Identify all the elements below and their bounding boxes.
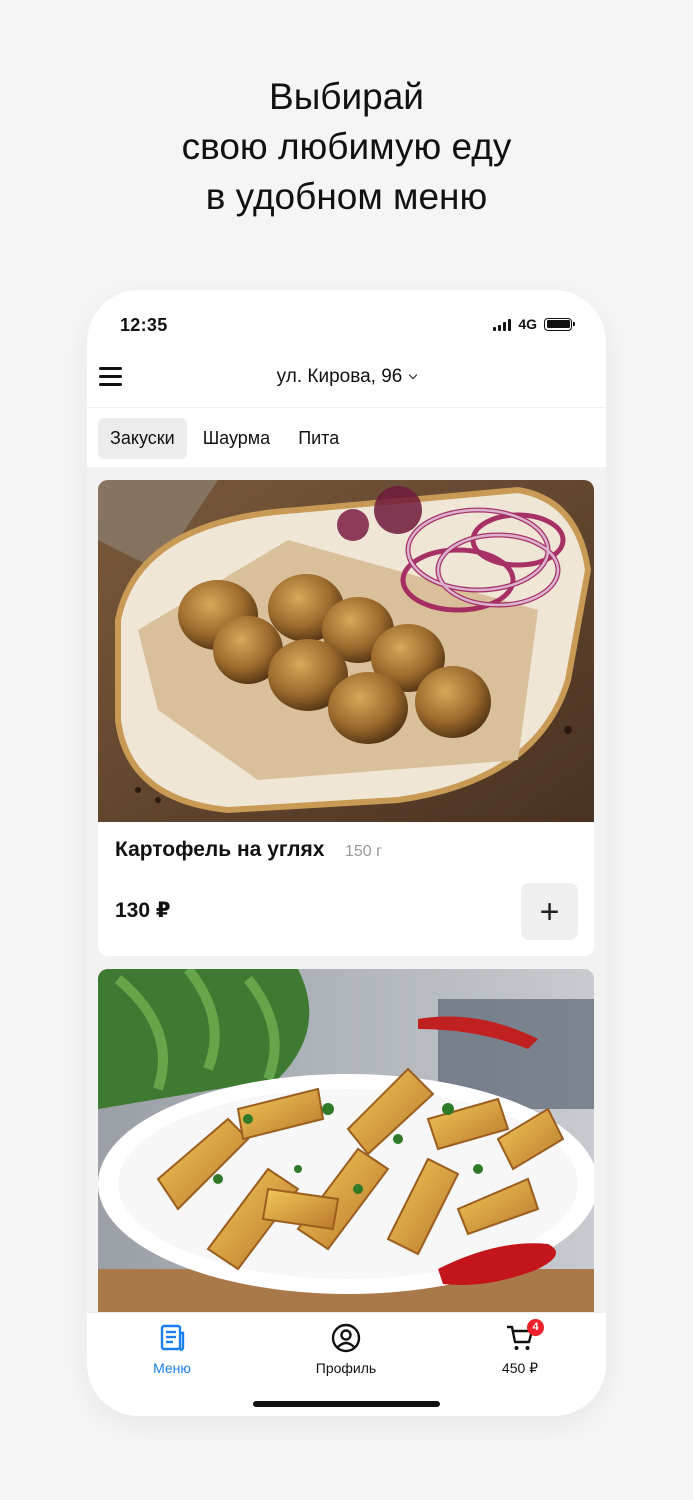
headline-line-2: свою любимую еду [181,126,512,167]
product-weight: 150 г [345,843,382,860]
battery-icon [544,317,575,331]
add-to-cart-button[interactable]: + [521,883,578,940]
status-indicators: 4G [493,316,575,332]
product-photo [98,969,594,1312]
user-circle-icon [331,1323,361,1353]
nav-profile-label: Профиль [315,1360,377,1376]
plus-icon: + [539,892,560,931]
headline-line-3: в удобном меню [205,176,488,217]
product-card[interactable]: Картофель на углях 150 г 130 ₽ + [98,480,594,956]
tab-shaurma[interactable]: Шаурма [191,418,283,459]
product-card[interactable] [98,969,594,1312]
cart-total: 450 ₽ [501,1360,539,1376]
bottom-navigation: Меню Профиль 4 450 ₽ [87,1312,606,1416]
promo-headline: Выбирай свою любимую еду в удобном меню [0,72,693,222]
address-selector[interactable]: ул. Кирова, 96 [87,366,606,388]
document-icon [160,1324,185,1352]
category-tabs: Закуски Шаурма Пита [87,409,606,467]
chevron-down-icon [409,370,418,380]
nav-menu-label: Меню [153,1360,191,1376]
app-bar: ул. Кирова, 96 [87,354,606,408]
nav-cart[interactable]: 4 450 ₽ [460,1319,580,1377]
cart-badge: 4 [527,1319,544,1336]
product-price: 130 ₽ [115,899,171,922]
tab-zakuski[interactable]: Закуски [98,417,187,459]
signal-icon [493,318,512,331]
headline-line-1: Выбирай [269,76,424,117]
tab-pita[interactable]: Пита [286,418,351,459]
nav-menu[interactable]: Меню [112,1323,232,1376]
product-feed: Картофель на углях 150 г 130 ₽ + [87,467,606,1312]
network-type: 4G [518,316,537,332]
address-label: ул. Кирова, 96 [276,366,403,387]
home-indicator[interactable] [253,1401,440,1407]
status-bar: 12:35 4G [87,290,606,354]
status-time: 12:35 [120,315,168,335]
product-title: Картофель на углях [115,838,325,861]
phone-frame: 12:35 4G ул. Кирова, 96 Закуски Шаурма П… [87,290,606,1416]
product-photo [98,480,594,822]
nav-profile[interactable]: Профиль [286,1323,406,1376]
